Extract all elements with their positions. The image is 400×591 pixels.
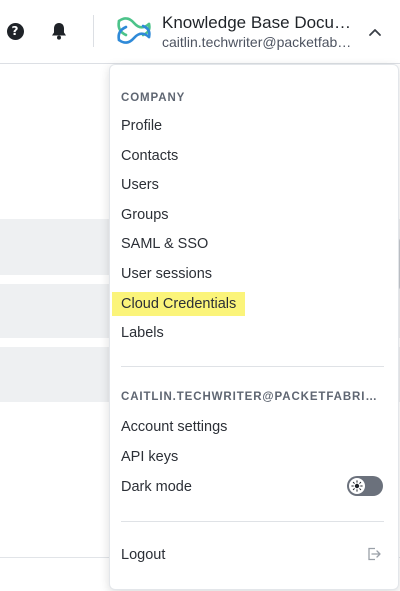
menu-item-account-settings[interactable]: Account settings [121,417,227,437]
menu-item-labels[interactable]: Labels [121,323,164,343]
menu-item-saml-sso[interactable]: SAML & SSO [121,234,208,254]
menu-item-dark-mode: Dark mode [121,479,192,495]
bell-icon [52,23,66,40]
user-email: caitlin.techwriter@packetfabric.com [162,34,352,50]
menu-divider [121,521,384,522]
help-button[interactable]: ? [4,20,26,42]
menu-item-contacts[interactable]: Contacts [121,146,178,166]
org-name: Knowledge Base Documentation [162,13,357,32]
menu-item-user-sessions[interactable]: User sessions [121,264,212,284]
chevron-up-icon[interactable] [364,22,386,44]
menu-item-logout[interactable]: Logout [121,545,165,565]
menu-item-users[interactable]: Users [121,175,159,195]
help-icon: ? [6,22,24,40]
section-label-company: COMPANY [121,92,186,104]
menu-item-profile[interactable]: Profile [121,116,162,136]
logo-icon [117,17,151,44]
top-header: ? Knowledge Base Documentation caitlin.t… [0,0,400,64]
menu-item-api-keys[interactable]: API keys [121,447,178,467]
menu-item-groups[interactable]: Groups [121,205,169,225]
notifications-button[interactable] [48,20,70,42]
sun-icon [351,480,363,492]
dark-mode-toggle[interactable] [347,476,383,496]
toggle-knob [349,478,365,494]
logout-icon[interactable] [366,546,382,562]
account-dropdown-menu: COMPANY Profile Contacts Users Groups SA… [109,64,399,590]
header-separator [93,15,94,47]
menu-item-cloud-credentials[interactable]: Cloud Credentials [112,292,246,316]
menu-divider [121,366,384,367]
section-label-account: CAITLIN.TECHWRITER@PACKETFABRIC.COM [121,391,379,403]
